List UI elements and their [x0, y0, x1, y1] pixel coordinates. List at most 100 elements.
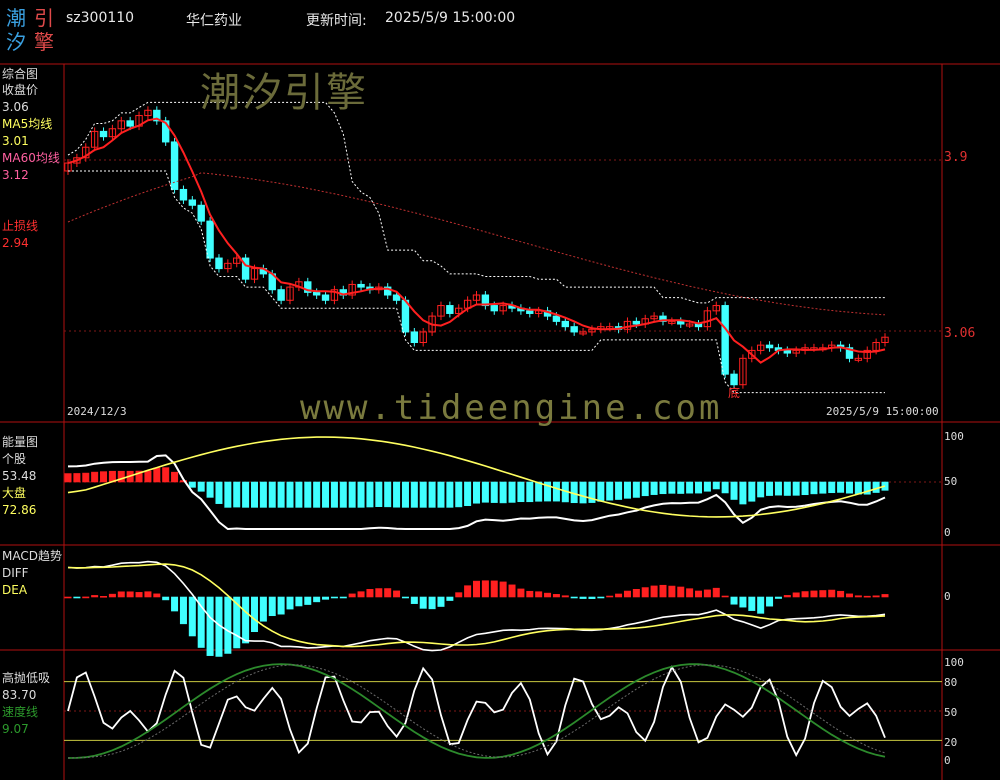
macd-bar [854, 595, 862, 598]
macd-bar [179, 596, 187, 625]
macd-bar [677, 586, 685, 598]
energy-bar [268, 481, 276, 508]
main-panel-title: 综合图 [2, 67, 39, 81]
energy-tick-0: 0 [944, 526, 951, 539]
hl-value: 83.70 [2, 688, 37, 702]
macd-bar [437, 596, 445, 607]
energy-bar [579, 481, 587, 504]
stop-value: 2.94 [2, 236, 29, 250]
energy-bar [162, 467, 170, 483]
macd-bar [845, 593, 853, 598]
energy-bar [464, 481, 472, 507]
macd-bar [801, 591, 809, 598]
candle-body [99, 130, 108, 138]
energy-bar [313, 481, 321, 508]
candle-body [561, 320, 570, 328]
macd-bar [819, 590, 827, 598]
energy-bar [410, 481, 418, 508]
candle-body [526, 310, 534, 314]
candle-body [321, 294, 330, 301]
energy-bar [828, 481, 836, 494]
macd-bar [695, 590, 703, 598]
hl-tick-20: 20 [944, 736, 958, 749]
energy-bar [73, 473, 81, 483]
macd-bar [774, 596, 782, 599]
energy-bar [250, 481, 258, 508]
energy-bar [783, 481, 791, 496]
energy-bar [428, 481, 436, 508]
macd-bar [242, 596, 250, 644]
energy-bar [446, 481, 454, 508]
energy-bar [259, 481, 267, 508]
hl-speed-label: 速度线 [2, 705, 39, 719]
energy-bar [801, 481, 809, 496]
energy-bar [748, 481, 756, 502]
energy-bar [188, 481, 196, 488]
energy-bar [730, 481, 738, 500]
macd-bar [712, 587, 720, 598]
macd-bar [863, 595, 871, 598]
candle-body [357, 283, 365, 288]
macd-bar [792, 592, 800, 598]
ma60-label: MA60均线 [2, 151, 60, 165]
macd-bar [810, 590, 818, 598]
macd-bar [100, 596, 108, 598]
energy-bar [810, 481, 818, 495]
macd-bar [428, 596, 436, 610]
energy-bar [632, 481, 640, 498]
macd-bar [490, 580, 498, 598]
candle-body [197, 204, 205, 222]
macd-bar [277, 596, 285, 615]
energy-bar [144, 470, 152, 483]
macd-bar [144, 591, 152, 598]
macd-bar [419, 596, 427, 609]
macd-bar [721, 595, 729, 598]
update-time: 2025/5/9 15:00:00 [385, 10, 516, 26]
macd-tick-0: 0 [944, 590, 951, 603]
energy-bar [215, 481, 223, 504]
macd-bar [188, 596, 196, 637]
macd-bar [348, 593, 356, 598]
macd-bar [259, 596, 267, 622]
macd-diff-label: DIFF [2, 566, 29, 580]
macd-bar [668, 585, 676, 598]
update-label: 更新时间: [306, 13, 367, 29]
energy-bar [384, 481, 392, 508]
macd-bar [393, 590, 401, 598]
energy-bar [330, 481, 338, 508]
candle-body [490, 305, 498, 312]
macd-bar [401, 596, 409, 599]
macd-bar [224, 596, 232, 654]
energy-bar [517, 481, 525, 503]
macd-bar [730, 596, 738, 605]
hl-tick-100: 100 [944, 656, 964, 669]
watermark-cn: 潮汐引擎 [200, 70, 368, 116]
macd-bar [641, 587, 649, 598]
energy-tick-50: 50 [944, 475, 958, 488]
macd-bar [286, 596, 294, 610]
energy-bar [82, 472, 90, 483]
ma5-value: 3.01 [2, 134, 29, 148]
candle-body [446, 305, 454, 314]
macd-bar [126, 591, 134, 598]
macd-bar [579, 596, 587, 599]
energy-bar [623, 481, 631, 499]
energy-bar [774, 481, 782, 496]
energy-bar [792, 481, 800, 496]
candle-body [188, 199, 197, 206]
candle-body [632, 320, 641, 325]
price-level-last: 3.06 [944, 326, 976, 341]
energy-bar [677, 481, 685, 494]
energy-bar [508, 481, 516, 503]
hl-tick-50: 50 [944, 706, 958, 719]
energy-bar [721, 481, 729, 494]
macd-bar [384, 588, 392, 598]
macd-bar [135, 592, 143, 598]
candle-body [179, 188, 188, 201]
energy-bar [206, 481, 214, 498]
macd-bar [250, 596, 258, 633]
energy-bar [455, 481, 463, 508]
hl-tick-0: 0 [944, 754, 951, 767]
macd-bar [606, 595, 614, 598]
macd-bar [650, 585, 658, 598]
